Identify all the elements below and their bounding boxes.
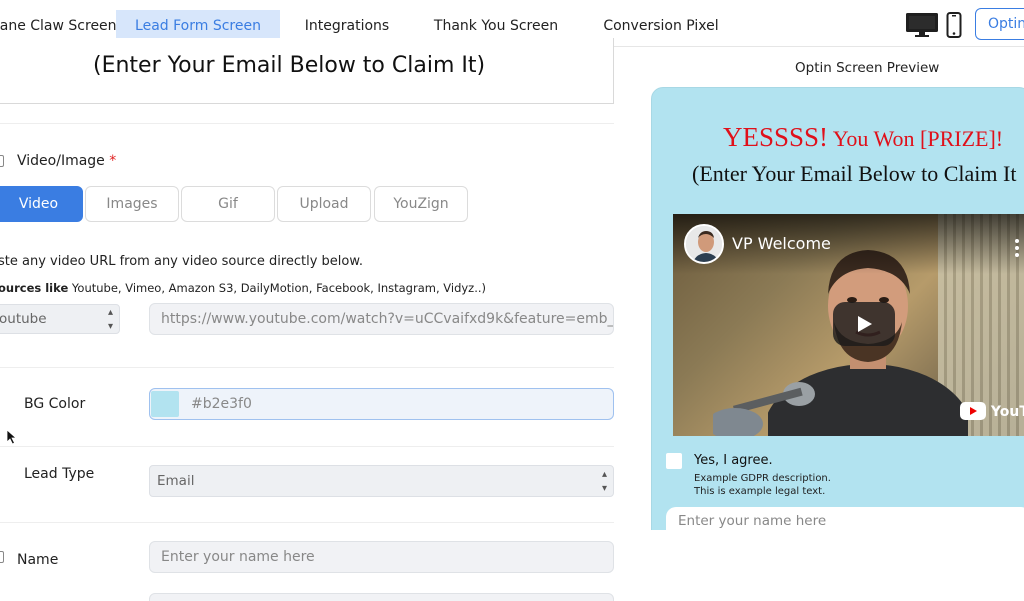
preview-video-player[interactable]: VP Welcome YouTu <box>673 214 1024 436</box>
next-field-input[interactable] <box>149 593 614 601</box>
video-image-label-text: Video/Image <box>17 153 105 169</box>
name-placeholder-input[interactable]: Enter your name here <box>149 541 614 573</box>
preview-title: Optin Screen Preview <box>795 60 940 76</box>
required-mark: * <box>109 153 117 169</box>
headline-editor-text: (Enter Your Email Below to Claim It) <box>93 53 486 78</box>
divider <box>0 446 614 447</box>
preview-headline-rest: You Won [PRIZE]! <box>828 126 1004 151</box>
media-tab-gif[interactable]: Gif <box>181 186 275 222</box>
mouse-cursor-icon <box>6 429 18 445</box>
desktop-icon[interactable] <box>905 12 939 38</box>
media-tab-images[interactable]: Images <box>85 186 179 222</box>
preview-headline: YESSSS! You Won [PRIZE]! <box>723 122 1003 153</box>
divider <box>0 123 614 124</box>
divider <box>0 367 614 368</box>
optin-button[interactable]: Optin <box>975 8 1024 40</box>
gdpr-agree-label: Yes, I agree. <box>694 453 773 468</box>
preview-bottom-area <box>616 530 1024 601</box>
video-source-select[interactable]: outube ▴ ▾ <box>0 304 120 334</box>
bg-color-value: #b2e3f0 <box>191 396 252 412</box>
youtube-label: YouTu <box>990 404 1024 420</box>
gdpr-description-line: Example GDPR description. <box>694 473 831 484</box>
media-tab-video[interactable]: Video <box>0 186 83 222</box>
video-source-value: outube <box>0 311 47 327</box>
youtube-logo[interactable]: YouTu <box>960 402 1024 420</box>
video-top-shade <box>673 214 1024 274</box>
gdpr-description: Example GDPR description. This is exampl… <box>694 472 831 498</box>
video-url-hint: ste any video URL from any video source … <box>0 254 363 269</box>
video-sources-hint: ources like Youtube, Vimeo, Amazon S3, D… <box>0 281 486 295</box>
divider <box>0 522 614 523</box>
youtube-icon <box>960 402 986 420</box>
bg-color-label: BG Color <box>24 396 86 412</box>
mobile-icon[interactable] <box>946 12 962 38</box>
video-play-button[interactable] <box>833 302 895 346</box>
media-tab-upload[interactable]: Upload <box>277 186 371 222</box>
sources-hint-bold: ources like <box>0 281 69 295</box>
video-title: VP Welcome <box>732 234 831 253</box>
select-arrows-icon: ▴ ▾ <box>107 307 113 332</box>
name-field-checkbox[interactable] <box>0 551 4 563</box>
microphone-image <box>713 382 815 436</box>
lead-type-select[interactable]: Email ▴ ▾ <box>149 465 614 497</box>
bg-color-swatch[interactable] <box>151 391 179 417</box>
select-arrows-icon: ▴ ▾ <box>601 469 607 494</box>
lead-type-value: Email <box>157 473 195 489</box>
video-image-label: Video/Image * <box>17 153 116 169</box>
gdpr-checkbox[interactable] <box>666 453 682 469</box>
video-url-input[interactable]: https://www.youtube.com/watch?v=uCCvaifx… <box>149 303 614 335</box>
tab-conversion-pixel[interactable]: Conversion Pixel <box>594 10 728 47</box>
play-icon <box>858 316 872 332</box>
name-label: Name <box>17 552 59 568</box>
channel-avatar[interactable] <box>684 224 724 264</box>
video-more-options-icon[interactable] <box>1014 238 1020 258</box>
preview-subheadline: (Enter Your Email Below to Claim It <box>692 161 1017 186</box>
gdpr-legal-line: This is example legal text. <box>694 486 826 497</box>
video-image-checkbox[interactable] <box>0 155 4 167</box>
sources-hint-rest: Youtube, Vimeo, Amazon S3, DailyMotion, … <box>68 281 487 295</box>
preview-headline-big: YESSSS! <box>723 122 829 152</box>
media-tab-youzign[interactable]: YouZign <box>374 186 468 222</box>
lead-type-label: Lead Type <box>24 466 95 482</box>
